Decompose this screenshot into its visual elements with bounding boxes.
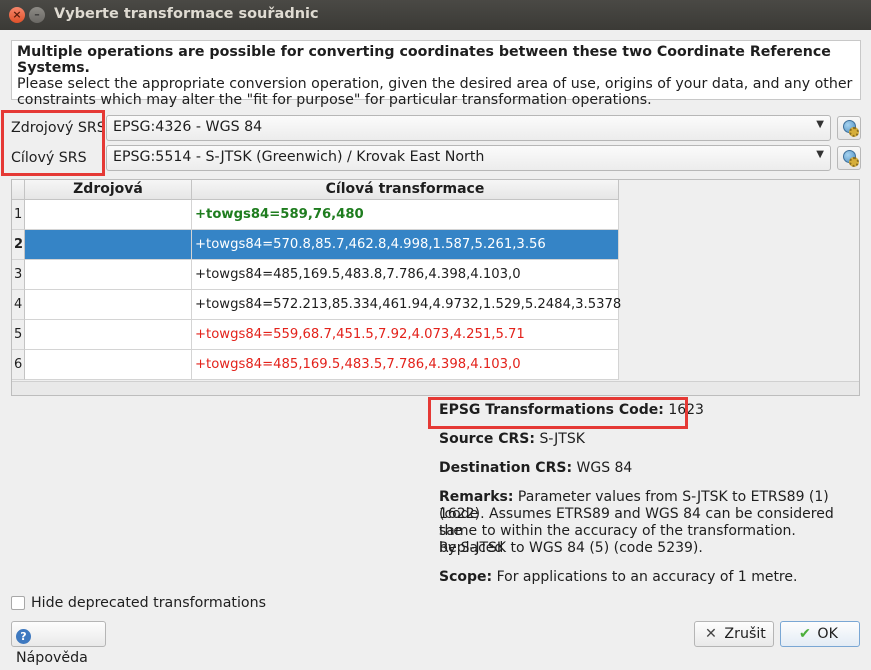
target-transform-cell[interactable]: +towgs84=572.213,85.334,461.94,4.9732,1.… — [192, 290, 621, 320]
table-row[interactable]: 4 +towgs84=572.213,85.334,461.94,4.9732,… — [12, 290, 621, 320]
info-text-box: Multiple operations are possible for con… — [11, 40, 861, 108]
row-number: 3 — [12, 260, 25, 290]
cancel-button[interactable]: ✕ Zrušit — [694, 621, 774, 647]
header-target-transform[interactable]: Cílová transformace — [192, 180, 619, 200]
help-icon: ? — [16, 629, 31, 644]
table-row[interactable]: 3 +towgs84=485,169.5,483.8,7.786,4.398,4… — [12, 260, 619, 290]
scope-label: Scope: — [439, 569, 493, 585]
target-transform-cell[interactable]: +towgs84=570.8,85.7,462.8,4.998,1.587,5.… — [192, 230, 619, 260]
row-number: 1 — [12, 200, 25, 230]
target-transform-cell[interactable]: +towgs84=589,76,480 — [192, 200, 619, 230]
checkmark-icon: ✔ — [799, 626, 811, 642]
window-title: Vyberte transformace souřadnic — [54, 6, 319, 22]
source-transform-cell[interactable] — [25, 320, 192, 350]
info-line: constraints which may alter the "fit for… — [17, 92, 652, 108]
target-srs-value: EPSG:5514 - S-JTSK (Greenwich) / Krovak … — [113, 149, 485, 165]
horizontal-scrollbar[interactable] — [12, 381, 859, 395]
gear-icon — [849, 127, 859, 137]
transformations-table[interactable]: Zdrojová transformace Cílová transformac… — [11, 179, 860, 396]
source-transform-cell[interactable] — [25, 290, 192, 320]
source-transform-cell[interactable] — [25, 350, 192, 380]
ok-button[interactable]: ✔ OK — [780, 621, 860, 647]
source-crs-value: S-JTSK — [539, 431, 585, 447]
table-row-selected[interactable]: 2 +towgs84=570.8,85.7,462.8,4.998,1.587,… — [12, 230, 619, 260]
srs-labels-highlight — [1, 110, 105, 176]
source-transform-cell[interactable] — [25, 230, 192, 260]
table-row[interactable]: 5 +towgs84=559,68.7,451.5,7.92,4.073,4.2… — [12, 320, 619, 350]
header-source-transform[interactable]: Zdrojová transformace — [25, 180, 192, 216]
source-srs-combo[interactable]: EPSG:4326 - WGS 84 ▼ — [106, 115, 831, 141]
hide-deprecated-label[interactable]: Hide deprecated transformations — [31, 595, 266, 611]
source-crs-label: Source CRS: — [439, 431, 535, 447]
source-srs-value: EPSG:4326 - WGS 84 — [113, 119, 263, 135]
chevron-down-icon: ▼ — [816, 149, 824, 160]
scope-line: Scope: For applications to an accuracy o… — [439, 569, 859, 586]
target-transform-cell[interactable]: +towgs84=559,68.7,451.5,7.92,4.073,4.251… — [192, 320, 619, 350]
select-source-crs-button[interactable] — [837, 116, 861, 140]
row-number: 5 — [12, 320, 25, 350]
destination-crs-value: WGS 84 — [576, 460, 633, 476]
remarks-label: Remarks: — [439, 489, 514, 505]
source-transform-cell[interactable] — [25, 200, 192, 230]
destination-crs-label: Destination CRS: — [439, 460, 573, 476]
target-transform-cell[interactable]: +towgs84=485,169.5,483.5,7.786,4.398,4.1… — [192, 350, 619, 380]
source-transform-cell[interactable] — [25, 260, 192, 290]
close-icon: ✕ — [705, 626, 717, 642]
ok-button-label: OK — [817, 626, 838, 642]
target-transform-cell[interactable]: +towgs84=485,169.5,483.8,7.786,4.398,4.1… — [192, 260, 619, 290]
row-number: 2 — [12, 230, 25, 260]
scope-value: For applications to an accuracy of 1 met… — [496, 569, 798, 585]
table-corner — [12, 180, 25, 200]
cancel-button-label: Zrušit — [724, 626, 766, 642]
help-button[interactable]: ? Nápověda — [11, 621, 106, 666]
target-srs-combo[interactable]: EPSG:5514 - S-JTSK (Greenwich) / Krovak … — [106, 145, 831, 171]
epsg-code-highlight — [428, 397, 688, 429]
row-number: 4 — [12, 290, 25, 320]
title-bar: × – Vyberte transformace souřadnic — [0, 0, 871, 30]
select-target-crs-button[interactable] — [837, 146, 861, 170]
destination-crs-line: Destination CRS: WGS 84 — [439, 460, 859, 477]
close-icon[interactable]: × — [9, 7, 25, 23]
info-bold-line: Multiple operations are possible for con… — [17, 44, 831, 76]
help-button-label: Nápověda — [16, 650, 88, 666]
chevron-down-icon: ▼ — [816, 119, 824, 130]
minimize-icon[interactable]: – — [29, 7, 45, 23]
table-row[interactable]: 1 +towgs84=589,76,480 — [12, 200, 619, 230]
remarks-text: by S-JTSK to WGS 84 (5) (code 5239). — [439, 540, 703, 556]
gear-icon — [849, 157, 859, 167]
row-number: 6 — [12, 350, 25, 380]
table-row[interactable]: 6 +towgs84=485,169.5,483.5,7.786,4.398,4… — [12, 350, 619, 380]
source-crs-line: Source CRS: S-JTSK — [439, 431, 859, 448]
info-line: Please select the appropriate conversion… — [17, 76, 853, 92]
hide-deprecated-checkbox[interactable] — [11, 596, 25, 610]
